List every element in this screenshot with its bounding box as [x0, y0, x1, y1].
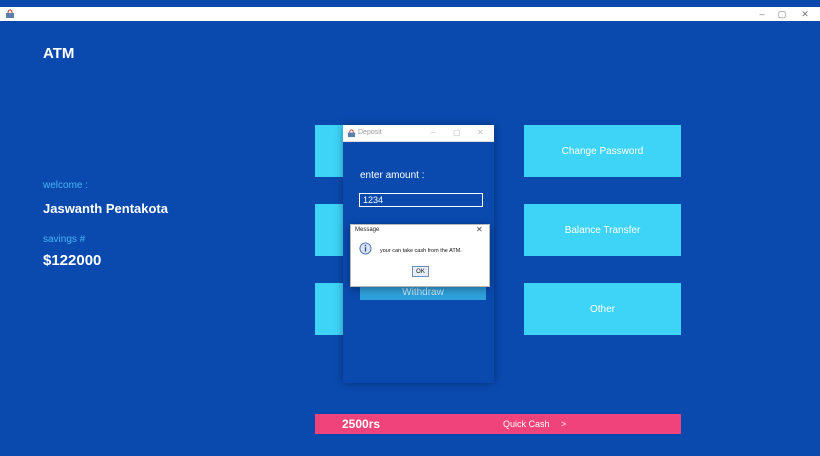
- message-close-button[interactable]: ✕: [476, 225, 483, 234]
- deposit-maximize-button[interactable]: ▢: [453, 128, 461, 137]
- deposit-close-button[interactable]: ✕: [477, 128, 484, 137]
- deposit-minimize-button[interactable]: –: [431, 128, 435, 137]
- page-title: ATM: [43, 45, 75, 62]
- quick-cash-label: Quick Cash: [503, 419, 550, 429]
- message-titlebar[interactable]: Message ✕: [351, 225, 489, 237]
- message-text: your can take cash from the ATM.: [380, 248, 462, 254]
- quick-cash-button[interactable]: 2500rs Quick Cash >: [315, 414, 681, 434]
- java-app-icon: [347, 129, 356, 138]
- atm-main-panel: ATM welcome : Jaswanth Pentakota savings…: [0, 21, 820, 456]
- user-name: Jaswanth Pentakota: [43, 201, 168, 216]
- deposit-title: Deposit: [358, 129, 382, 136]
- enter-amount-label: enter amount :: [360, 170, 425, 181]
- top-strip: [0, 0, 820, 7]
- balance-transfer-button[interactable]: Balance Transfer: [524, 204, 681, 256]
- savings-label: savings #: [43, 234, 86, 245]
- quick-cash-amount: 2500rs: [342, 417, 381, 431]
- change-password-button[interactable]: Change Password: [524, 125, 681, 177]
- message-title: Message: [355, 227, 380, 233]
- message-dialog: Message ✕ your can take cash from the AT…: [350, 224, 490, 287]
- welcome-label: welcome :: [43, 180, 89, 191]
- java-app-icon: [6, 9, 14, 18]
- minimize-button[interactable]: –: [752, 7, 772, 21]
- chevron-right-icon: >: [561, 419, 567, 429]
- info-icon: [359, 242, 372, 255]
- amount-input[interactable]: [359, 193, 483, 207]
- ok-button[interactable]: OK: [412, 266, 429, 277]
- account-balance: $122000: [43, 252, 102, 269]
- close-button[interactable]: ✕: [795, 7, 815, 21]
- window-titlebar: – ▢ ✕: [0, 7, 820, 21]
- other-button[interactable]: Other: [524, 283, 681, 335]
- deposit-titlebar[interactable]: Deposit – ▢ ✕: [343, 125, 494, 142]
- maximize-button[interactable]: ▢: [772, 7, 792, 21]
